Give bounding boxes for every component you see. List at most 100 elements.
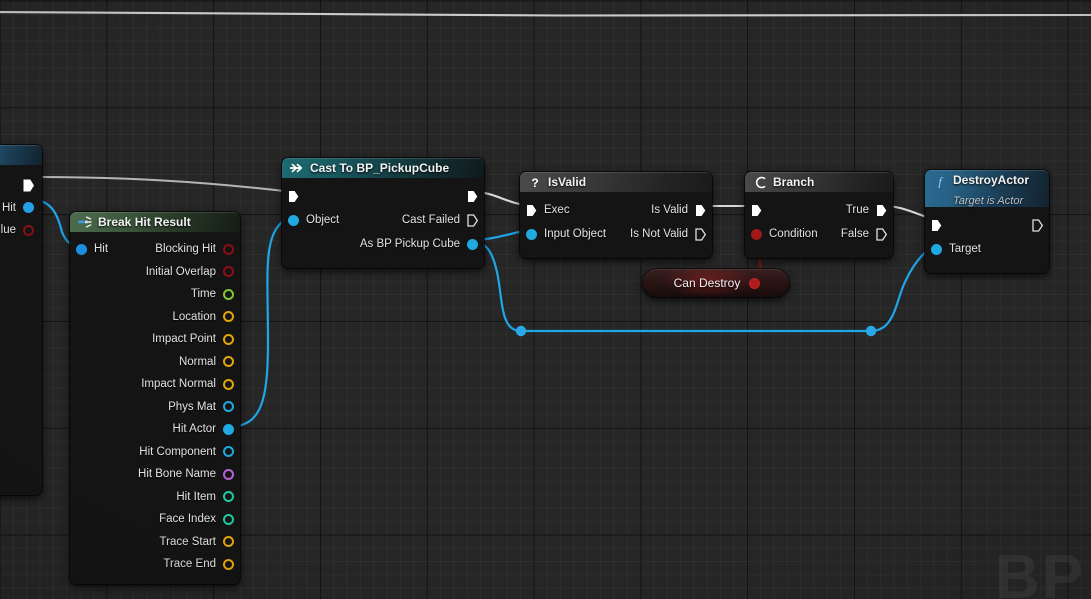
branch-icon (753, 175, 767, 189)
object-pin-icon[interactable] (467, 238, 478, 250)
exec-out-pin-icon[interactable] (1032, 218, 1043, 232)
object-pin-icon[interactable] (931, 243, 942, 255)
offscreen-exec-out-row[interactable] (0, 174, 42, 197)
pin-label-time: Time (190, 288, 216, 301)
isvalid-inputobject-isnotvalid-row[interactable]: Input Object Is Not Valid (520, 222, 712, 246)
vector-pin-icon[interactable] (223, 311, 234, 323)
row-impact-normal[interactable]: Impact Normal (70, 373, 240, 396)
cast-node-header: Cast To BP_PickupCube (282, 158, 484, 178)
node-is-valid[interactable]: ? IsValid Exec Is Valid Input Object Is … (520, 172, 712, 258)
svg-text:f: f (938, 174, 944, 188)
row-impact-point[interactable]: Impact Point (70, 328, 240, 351)
exec-pin-icon[interactable] (695, 227, 706, 241)
pin-label-input-object: Input Object (544, 228, 607, 240)
row-hit-bone-name[interactable]: Hit Bone Name (70, 463, 240, 486)
pin-label-trace-start: Trace Start (159, 535, 216, 548)
pin-label-initial-overlap: Initial Overlap (145, 265, 216, 278)
vector-pin-icon[interactable] (223, 333, 234, 345)
int-pin-icon[interactable] (223, 491, 234, 503)
exec-pin-icon[interactable] (23, 179, 34, 192)
row-face-index[interactable]: Face Index (70, 508, 240, 531)
row-location[interactable]: Location (70, 306, 240, 329)
offscreen-value-pin-row[interactable]: lue (0, 219, 42, 242)
exec-in-pin-icon[interactable] (288, 190, 299, 203)
pin-label-condition: Condition (769, 228, 818, 240)
cast-as-bp-pickup-cube-row[interactable]: As BP Pickup Cube (282, 232, 484, 256)
row-hit-item[interactable]: Hit Item (70, 486, 240, 509)
pin-label-impact-normal: Impact Normal (141, 378, 216, 391)
offscreen-hit-label: Hit (1, 201, 16, 214)
row-hit-actor[interactable]: Hit Actor (70, 418, 240, 441)
row-hit-blocking-hit[interactable]: Hit Blocking Hit (70, 238, 240, 261)
can-destroy-label: Can Destroy (673, 276, 741, 290)
offscreen-node-header (0, 145, 42, 165)
vector-pin-icon[interactable] (223, 378, 234, 390)
branch-condition-false-row[interactable]: Condition False (745, 222, 893, 246)
name-pin-icon[interactable] (223, 468, 234, 480)
vector-pin-icon[interactable] (223, 356, 234, 368)
pin-label-hit-item: Hit Item (176, 490, 216, 503)
isvalid-exec-isvalid-row[interactable]: Exec Is Valid (520, 198, 712, 222)
node-can-destroy[interactable]: Can Destroy (643, 269, 789, 297)
offscreen-hit-pin-row[interactable]: Hit (0, 197, 42, 220)
struct-pin-icon[interactable] (76, 243, 87, 255)
node-branch[interactable]: Branch True Condition False (745, 172, 893, 258)
row-phys-mat[interactable]: Phys Mat (70, 396, 240, 419)
object-pin-icon[interactable] (223, 446, 234, 458)
pin-label-hit-actor: Hit Actor (172, 423, 216, 436)
vector-pin-icon[interactable] (223, 536, 234, 548)
exec-out-pin-icon[interactable] (876, 204, 887, 217)
row-initial-overlap[interactable]: Initial Overlap (70, 261, 240, 284)
exec-out-pin-icon[interactable] (467, 190, 478, 203)
pin-label-object: Object (306, 214, 340, 226)
node-break-hit-result[interactable]: Break Hit Result Hit Blocking Hit Initia… (70, 212, 240, 584)
exec-out-pin-icon[interactable] (695, 204, 706, 217)
int-pin-icon[interactable] (223, 513, 234, 525)
pin-label-is-valid: Is Valid (651, 204, 688, 216)
pin-label-location: Location (172, 310, 216, 323)
pin-label-blocking-hit: Blocking Hit (155, 243, 216, 256)
object-pin-icon[interactable] (526, 228, 537, 240)
pin-label-as-bp-pickup-cube: As BP Pickup Cube (359, 238, 460, 250)
row-hit-component[interactable]: Hit Component (70, 441, 240, 464)
pin-label-face-index: Face Index (159, 513, 216, 526)
float-pin-icon[interactable] (223, 288, 234, 300)
offscreen-value-label: lue (0, 224, 16, 237)
question-icon: ? (528, 175, 542, 189)
bool-pin-icon[interactable] (223, 266, 234, 278)
exec-in-pin-icon[interactable] (751, 204, 762, 217)
row-normal[interactable]: Normal (70, 351, 240, 374)
break-hit-result-title: Break Hit Result (98, 215, 191, 229)
row-trace-end[interactable]: Trace End (70, 553, 240, 576)
node-cast-to-bp-pickupcube[interactable]: Cast To BP_PickupCube Object Cast Failed (282, 158, 484, 268)
cast-exec-row[interactable] (282, 184, 484, 208)
break-struct-icon (78, 215, 92, 229)
object-pin-icon[interactable] (288, 214, 299, 226)
destroy-actor-exec-row[interactable] (925, 213, 1049, 237)
object-pin-icon[interactable] (223, 401, 234, 413)
bool-pin-icon[interactable] (223, 243, 234, 255)
offscreen-node[interactable]: Hit lue (0, 145, 42, 495)
object-pin-icon[interactable] (223, 423, 234, 435)
cast-object-castfailed-row[interactable]: Object Cast Failed (282, 208, 484, 232)
row-time[interactable]: Time (70, 283, 240, 306)
exec-in-pin-icon[interactable] (931, 219, 942, 232)
bool-pin-icon[interactable] (749, 277, 761, 289)
bool-pin-icon[interactable] (23, 224, 34, 236)
branch-exec-true-row[interactable]: True (745, 198, 893, 222)
node-destroy-actor[interactable]: f DestroyActor Target is Actor Target (925, 170, 1049, 273)
branch-header: Branch (745, 172, 893, 192)
is-valid-header: ? IsValid (520, 172, 712, 192)
blueprint-graph-canvas[interactable]: Hit lue Break Hit Result Hit Blocking Hi… (0, 0, 1091, 599)
exec-pin-icon[interactable] (467, 213, 478, 227)
pin-label-hit-bone-name: Hit Bone Name (138, 468, 216, 481)
exec-pin-icon[interactable] (876, 227, 887, 241)
cast-node-title: Cast To BP_PickupCube (310, 161, 450, 175)
object-pin-icon[interactable] (23, 202, 34, 214)
vector-pin-icon[interactable] (223, 558, 234, 570)
row-trace-start[interactable]: Trace Start (70, 531, 240, 554)
bool-pin-icon[interactable] (751, 228, 762, 240)
destroy-actor-target-row[interactable]: Target (925, 237, 1049, 261)
exec-in-pin-icon[interactable] (526, 204, 537, 217)
pin-label-phys-mat: Phys Mat (168, 400, 216, 413)
